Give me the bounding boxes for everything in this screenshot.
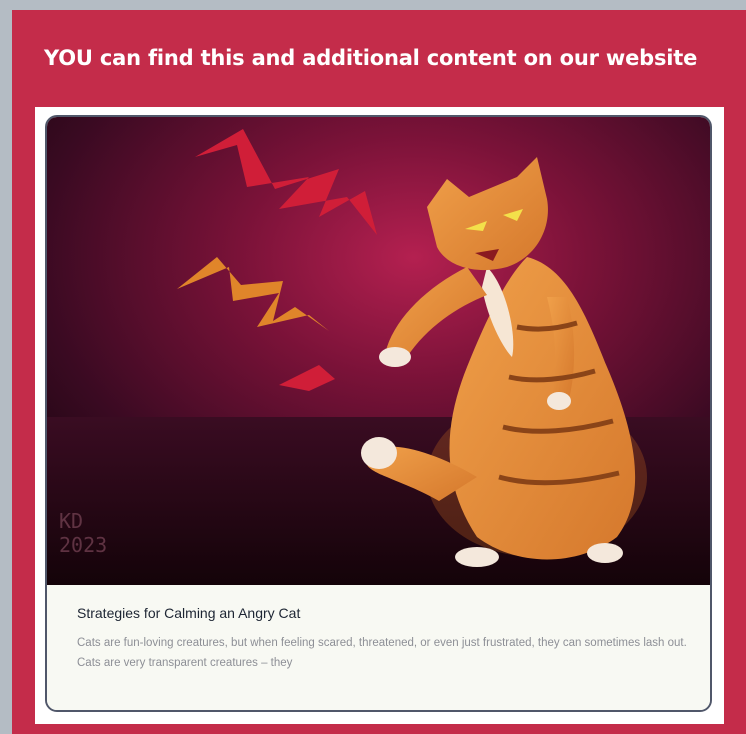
card-description: Cats are fun-loving creatures, but when …: [77, 637, 687, 669]
artist-signature: KD 2023: [59, 509, 108, 557]
article-card[interactable]: KD 2023 Strategies for Calming an Angry …: [45, 115, 712, 712]
card-title[interactable]: Strategies for Calming an Angry Cat: [77, 605, 300, 621]
promo-frame: YOU can find this and additional content…: [12, 10, 746, 734]
card-container: KD 2023 Strategies for Calming an Angry …: [35, 107, 724, 724]
promo-banner: YOU can find this and additional content…: [44, 46, 698, 70]
card-caption: Strategies for Calming an Angry Cat Cats…: [47, 585, 710, 710]
angry-cat-illustration[interactable]: [47, 117, 712, 585]
